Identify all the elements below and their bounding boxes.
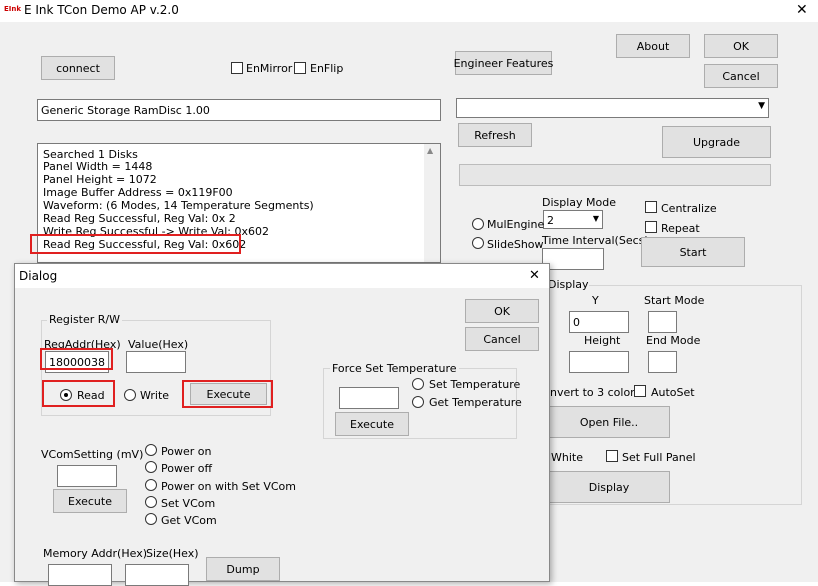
temperature-input[interactable] xyxy=(339,387,399,409)
set-temperature-label: Set Temperature xyxy=(429,378,521,391)
set-vcom-radio[interactable] xyxy=(145,496,157,508)
dialog-cancel-button[interactable]: Cancel xyxy=(465,327,539,351)
chevron-up-icon[interactable]: ▲ xyxy=(427,146,433,155)
y-label: Y xyxy=(592,294,599,307)
ok-button[interactable]: OK xyxy=(704,34,778,58)
vcom-input[interactable] xyxy=(57,465,117,487)
app-logo: EInk xyxy=(4,5,22,13)
display-mode-select[interactable]: 2 ▼ xyxy=(543,210,603,229)
start-mode-field[interactable] xyxy=(648,311,677,333)
progress-bar xyxy=(459,164,771,186)
memory-addr-input[interactable] xyxy=(48,564,112,586)
storage-field[interactable]: Generic Storage RamDisc 1.00 xyxy=(37,99,441,121)
write-radio[interactable] xyxy=(124,389,136,401)
value-input[interactable] xyxy=(126,351,186,373)
enmirror-label: EnMirror xyxy=(246,62,293,75)
height-field[interactable] xyxy=(569,351,629,373)
size-input[interactable] xyxy=(125,564,189,586)
refresh-button[interactable]: Refresh xyxy=(458,123,532,147)
close-icon[interactable]: ✕ xyxy=(529,268,540,283)
cancel-button[interactable]: Cancel xyxy=(704,64,778,88)
power-off-label: Power off xyxy=(161,462,213,475)
centralize-label: Centralize xyxy=(661,202,717,215)
close-icon[interactable]: ✕ xyxy=(796,2,808,18)
set-vcom-label: Set VCom xyxy=(161,497,216,510)
log-line: Panel Width = 1448 xyxy=(43,160,153,173)
write-label: Write xyxy=(140,389,170,402)
start-button[interactable]: Start xyxy=(641,237,745,267)
dialog-window: Dialog ✕ OK Cancel Register R/W RegAddr(… xyxy=(14,263,550,586)
get-vcom-label: Get VCom xyxy=(161,514,217,527)
read-highlight xyxy=(42,380,115,407)
vcom-setting-label: VComSetting (mV) xyxy=(41,448,144,461)
display-group-label: Display xyxy=(548,278,589,291)
get-vcom-radio[interactable] xyxy=(145,513,157,525)
set-full-panel-checkbox[interactable] xyxy=(606,450,618,462)
end-mode-field[interactable] xyxy=(648,351,677,373)
device-select[interactable]: ▼ xyxy=(456,98,769,118)
title-bar: EInk E Ink TCon Demo AP v.2.0 ✕ xyxy=(0,0,818,22)
register-rw-label: Register R/W xyxy=(47,313,123,326)
execute-highlight xyxy=(182,380,273,408)
autoset-label: AutoSet xyxy=(651,386,695,399)
mulengine-label: MulEngine xyxy=(487,218,545,231)
mulengine-radio[interactable] xyxy=(472,218,484,230)
log-line: Read Reg Successful, Reg Val: 0x 2 xyxy=(43,212,236,225)
convert-3-color-label: nvert to 3 color xyxy=(550,386,635,399)
value-label: Value(Hex) xyxy=(128,338,189,351)
slideshow-radio[interactable] xyxy=(472,237,484,249)
power-off-radio[interactable] xyxy=(145,461,157,473)
end-mode-label: End Mode xyxy=(646,334,701,347)
enflip-checkbox[interactable] xyxy=(294,62,306,74)
log-scrollbar[interactable]: ▲ xyxy=(424,144,440,262)
log-line: Panel Height = 1072 xyxy=(43,173,157,186)
centralize-checkbox[interactable] xyxy=(645,201,657,213)
dialog-ok-button[interactable]: OK xyxy=(465,299,539,323)
dump-button[interactable]: Dump xyxy=(206,557,280,581)
power-on-label: Power on xyxy=(161,445,212,458)
vcom-execute-button[interactable]: Execute xyxy=(53,489,127,513)
enmirror-checkbox[interactable] xyxy=(231,62,243,74)
temperature-execute-button[interactable]: Execute xyxy=(335,412,409,436)
engineer-features-button[interactable]: Engineer Features xyxy=(454,51,553,75)
memory-addr-label: Memory Addr(Hex) xyxy=(43,547,147,560)
time-interval-label: Time Interval(Secs) xyxy=(542,234,649,247)
storage-value: Generic Storage RamDisc 1.00 xyxy=(41,104,210,117)
open-file-button[interactable]: Open File.. xyxy=(548,406,670,438)
about-button[interactable]: About xyxy=(616,34,690,58)
repeat-label: Repeat xyxy=(661,222,700,235)
power-on-vcom-radio[interactable] xyxy=(145,479,157,491)
log-highlight xyxy=(30,234,241,254)
start-mode-label: Start Mode xyxy=(644,294,705,307)
enflip-label: EnFlip xyxy=(310,62,344,75)
display-button[interactable]: Display xyxy=(548,471,670,503)
set-full-panel-label: Set Full Panel xyxy=(622,451,696,464)
time-interval-field[interactable] xyxy=(542,248,604,270)
chevron-down-icon: ▼ xyxy=(592,214,599,223)
height-label: Height xyxy=(584,334,621,347)
log-line: Waveform: (6 Modes, 14 Temperature Segme… xyxy=(43,199,314,212)
regaddr-highlight xyxy=(40,348,113,370)
chevron-down-icon: ▼ xyxy=(758,101,765,111)
get-temperature-label: Get Temperature xyxy=(429,396,522,409)
autoset-checkbox[interactable] xyxy=(634,385,646,397)
force-temperature-label: Force Set Temperature xyxy=(330,362,459,375)
slideshow-label: SlideShow xyxy=(487,238,544,251)
white-label: White xyxy=(551,451,583,464)
power-on-radio[interactable] xyxy=(145,444,157,456)
connect-button[interactable]: connect xyxy=(41,56,115,80)
power-on-vcom-label: Power on with Set VCom xyxy=(161,480,296,493)
repeat-checkbox[interactable] xyxy=(645,221,657,233)
display-mode-label: Display Mode xyxy=(542,196,617,209)
size-label: Size(Hex) xyxy=(146,547,199,560)
dialog-title-bar: Dialog ✕ xyxy=(15,264,549,288)
get-temperature-radio[interactable] xyxy=(412,396,424,408)
upgrade-button[interactable]: Upgrade xyxy=(662,126,771,158)
dialog-title: Dialog xyxy=(19,269,58,283)
set-temperature-radio[interactable] xyxy=(412,378,424,390)
log-line: Image Buffer Address = 0x119F00 xyxy=(43,186,233,199)
y-field[interactable]: 0 xyxy=(569,311,629,333)
window-title: E Ink TCon Demo AP v.2.0 xyxy=(24,3,179,17)
